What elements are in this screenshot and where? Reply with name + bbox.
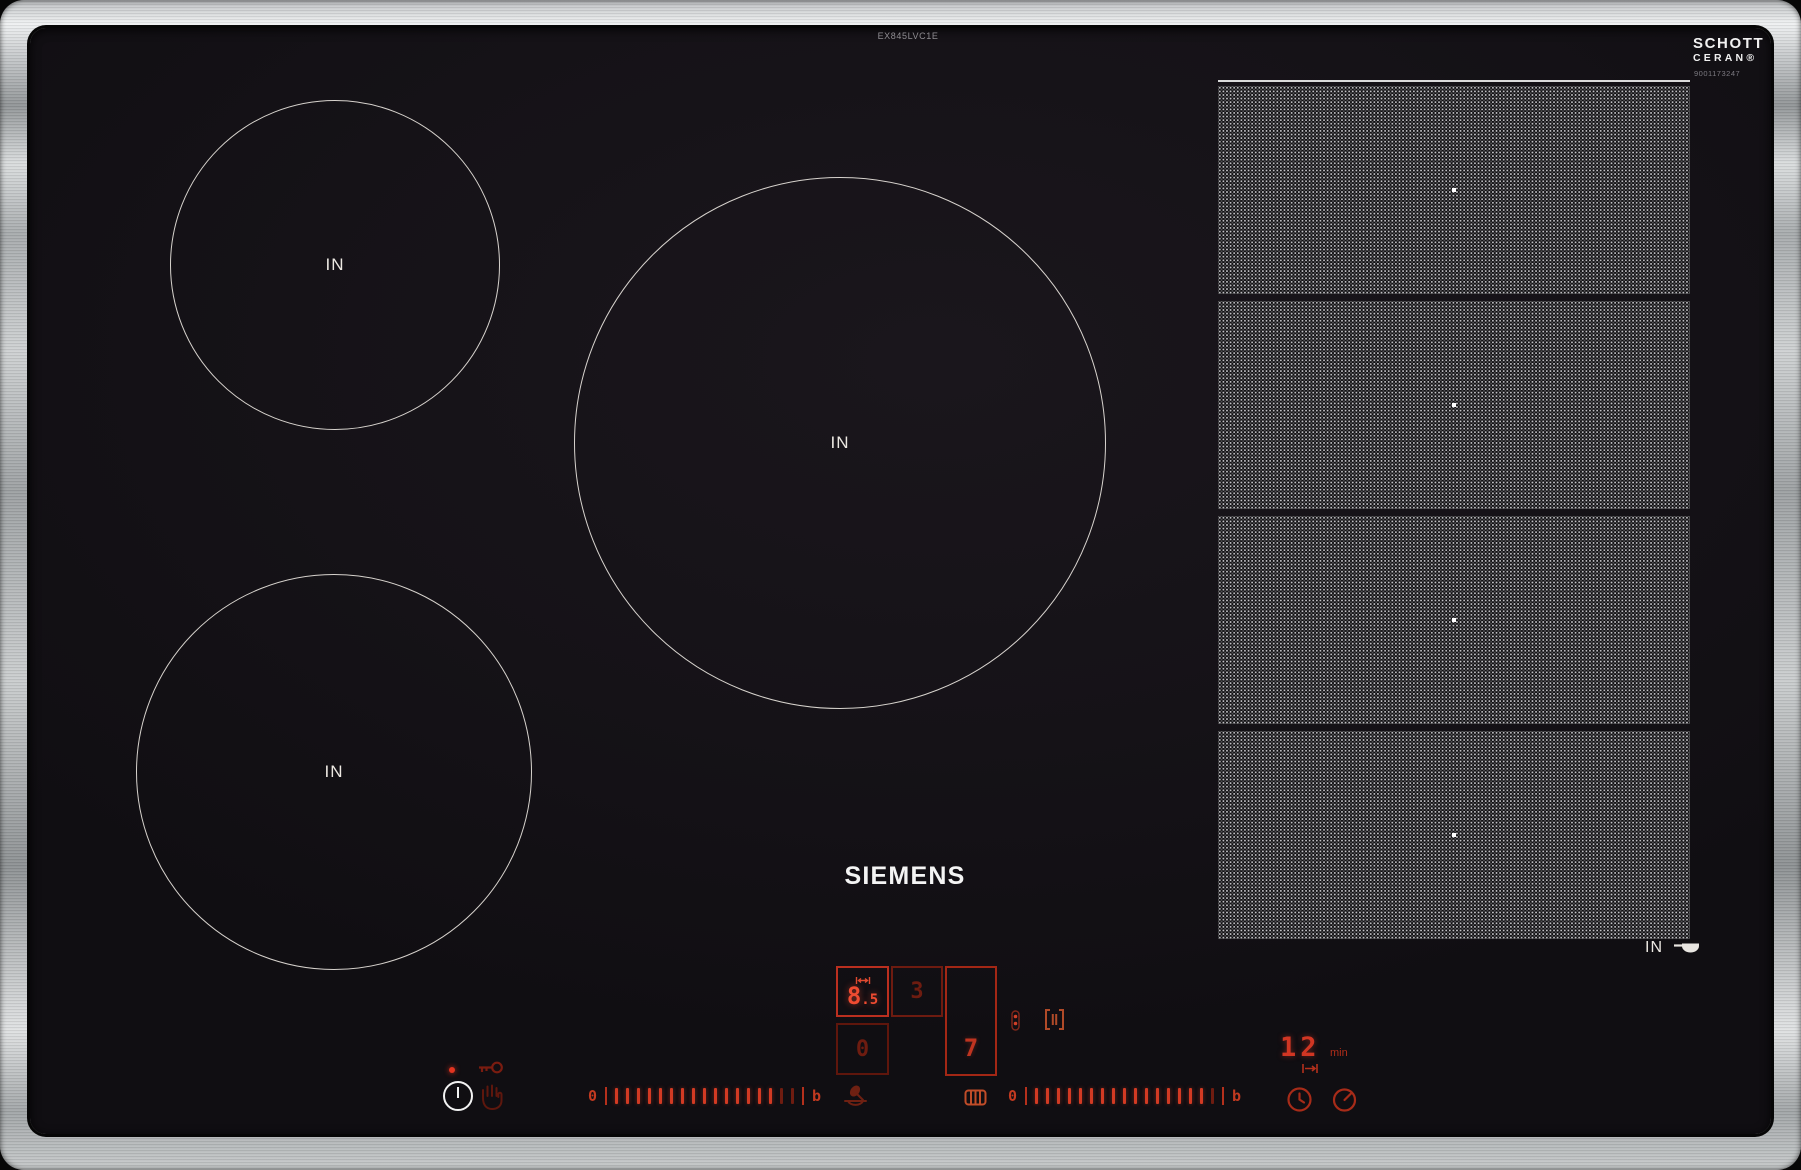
power-icon: [457, 1087, 460, 1098]
flex-segment-1: [1218, 86, 1690, 294]
zone-label: IN: [1645, 939, 1663, 957]
slider-tick[interactable]: [1112, 1088, 1115, 1104]
cookware-indicator-icon: [1011, 1010, 1020, 1031]
flex-zone-marking: IN: [1645, 939, 1702, 957]
slider-tick[interactable]: [637, 1088, 640, 1104]
slider-tick[interactable]: [725, 1088, 728, 1104]
segment-center-dot: [1452, 618, 1456, 622]
slider-tick[interactable]: [648, 1088, 651, 1104]
zone-circle-left-top: IN: [170, 100, 500, 430]
slider-tick[interactable]: [670, 1088, 673, 1104]
slider-tick[interactable]: [1046, 1088, 1049, 1104]
serial-number: 9001173247: [1694, 69, 1740, 78]
timer-unit-label: min: [1330, 1047, 1348, 1059]
slider-tick[interactable]: [1123, 1088, 1126, 1104]
zone-circle-left-bottom: IN: [136, 574, 532, 970]
slider-tick[interactable]: [1068, 1088, 1071, 1104]
slider-tick[interactable]: [747, 1088, 750, 1104]
power-slider-left[interactable]: 0 b: [588, 1085, 821, 1107]
glass-brand-line2: CERAN®: [1693, 53, 1764, 64]
slider-tick[interactable]: [1145, 1088, 1148, 1104]
flex-segment-2: [1218, 301, 1690, 509]
glass-brand-line1: SCHOTT: [1693, 36, 1764, 51]
flex-zone: [1218, 80, 1690, 944]
model-number: EX845LVC1E: [858, 31, 958, 41]
right-slider-ticks[interactable]: [1035, 1088, 1214, 1104]
slider-tick[interactable]: [791, 1088, 794, 1104]
zone-select-top[interactable]: 3: [891, 966, 943, 1017]
timer-bridge-icon: [1301, 1063, 1319, 1074]
slider-tick[interactable]: [758, 1088, 761, 1104]
pan-icon: [1672, 940, 1702, 956]
slider-tick[interactable]: [1101, 1088, 1104, 1104]
slider-tick[interactable]: [615, 1088, 618, 1104]
slider-min-label: 0: [1008, 1089, 1017, 1104]
flex-segment-4: [1218, 731, 1690, 939]
slider-tick[interactable]: [1090, 1088, 1093, 1104]
slider-tick[interactable]: [1200, 1088, 1203, 1104]
zone-select-bottom[interactable]: 0: [836, 1023, 889, 1075]
brand-logo: SIEMENS: [830, 862, 980, 891]
hob-frame: EX845LVC1E SCHOTT CERAN® 9001173247 SIEM…: [0, 0, 1801, 1170]
slider-tick[interactable]: [1035, 1088, 1038, 1104]
zone-label: IN: [326, 255, 345, 275]
power-slider-right[interactable]: 0 b: [1008, 1085, 1241, 1107]
slider-tick[interactable]: [692, 1088, 695, 1104]
slider-tick[interactable]: [681, 1088, 684, 1104]
slider-separator: [802, 1087, 804, 1105]
slider-tick[interactable]: [626, 1088, 629, 1104]
zone-label: IN: [831, 433, 850, 453]
segment-center-dot: [1452, 188, 1456, 192]
slider-min-label: 0: [588, 1089, 597, 1104]
slider-boost-label: b: [1232, 1089, 1241, 1104]
zone-circle-center: IN: [574, 177, 1106, 709]
childlock-key-icon[interactable]: [477, 1060, 504, 1075]
slider-tick[interactable]: [1167, 1088, 1170, 1104]
power-button[interactable]: [443, 1081, 473, 1111]
timer-display[interactable]: 12: [1280, 1032, 1321, 1063]
glass-brand-logo: SCHOTT CERAN®: [1693, 36, 1764, 64]
segment-center-dot: [1452, 403, 1456, 407]
slider-tick[interactable]: [736, 1088, 739, 1104]
power-led: [449, 1067, 455, 1073]
slider-tick[interactable]: [1178, 1088, 1181, 1104]
power-level-frac: .5: [861, 992, 878, 1008]
slider-boost-label: b: [812, 1089, 821, 1104]
slider-tick[interactable]: [1156, 1088, 1159, 1104]
slider-tick[interactable]: [1134, 1088, 1137, 1104]
left-slider-ticks[interactable]: [615, 1088, 794, 1104]
slider-tick[interactable]: [769, 1088, 772, 1104]
slider-tick[interactable]: [1189, 1088, 1192, 1104]
slider-tick[interactable]: [714, 1088, 717, 1104]
clock-icon[interactable]: [1286, 1086, 1313, 1113]
flex-power-level: 7: [964, 1034, 978, 1062]
bridge-zone-display[interactable]: 8.5: [836, 966, 889, 1017]
wipe-protection-icon[interactable]: [478, 1083, 506, 1112]
segment-center-dot: [1452, 833, 1456, 837]
slider-tick[interactable]: [659, 1088, 662, 1104]
slider-tick[interactable]: [1211, 1088, 1214, 1104]
slider-separator: [1222, 1087, 1224, 1105]
power-level-int: 8: [847, 982, 861, 1010]
fry-sensor-icon[interactable]: [963, 1087, 988, 1108]
zone-power-level: 0: [856, 1037, 869, 1062]
slider-tick[interactable]: [1079, 1088, 1082, 1104]
move-pot-icon: [1044, 1008, 1065, 1031]
flex-zone-top-line: [1218, 80, 1690, 82]
slider-separator: [1025, 1087, 1027, 1105]
cooking-spoon-icon[interactable]: [842, 1084, 869, 1109]
egg-timer-icon[interactable]: [1331, 1086, 1358, 1113]
slider-separator: [605, 1087, 607, 1105]
bridge-power-level: 8.5: [847, 985, 878, 1008]
slider-tick[interactable]: [703, 1088, 706, 1104]
zone-label: IN: [325, 762, 344, 782]
slider-tick[interactable]: [780, 1088, 783, 1104]
zone-power-level: 3: [910, 979, 923, 1004]
flex-zone-display[interactable]: 7: [945, 966, 997, 1076]
flex-segment-3: [1218, 516, 1690, 724]
slider-tick[interactable]: [1057, 1088, 1060, 1104]
